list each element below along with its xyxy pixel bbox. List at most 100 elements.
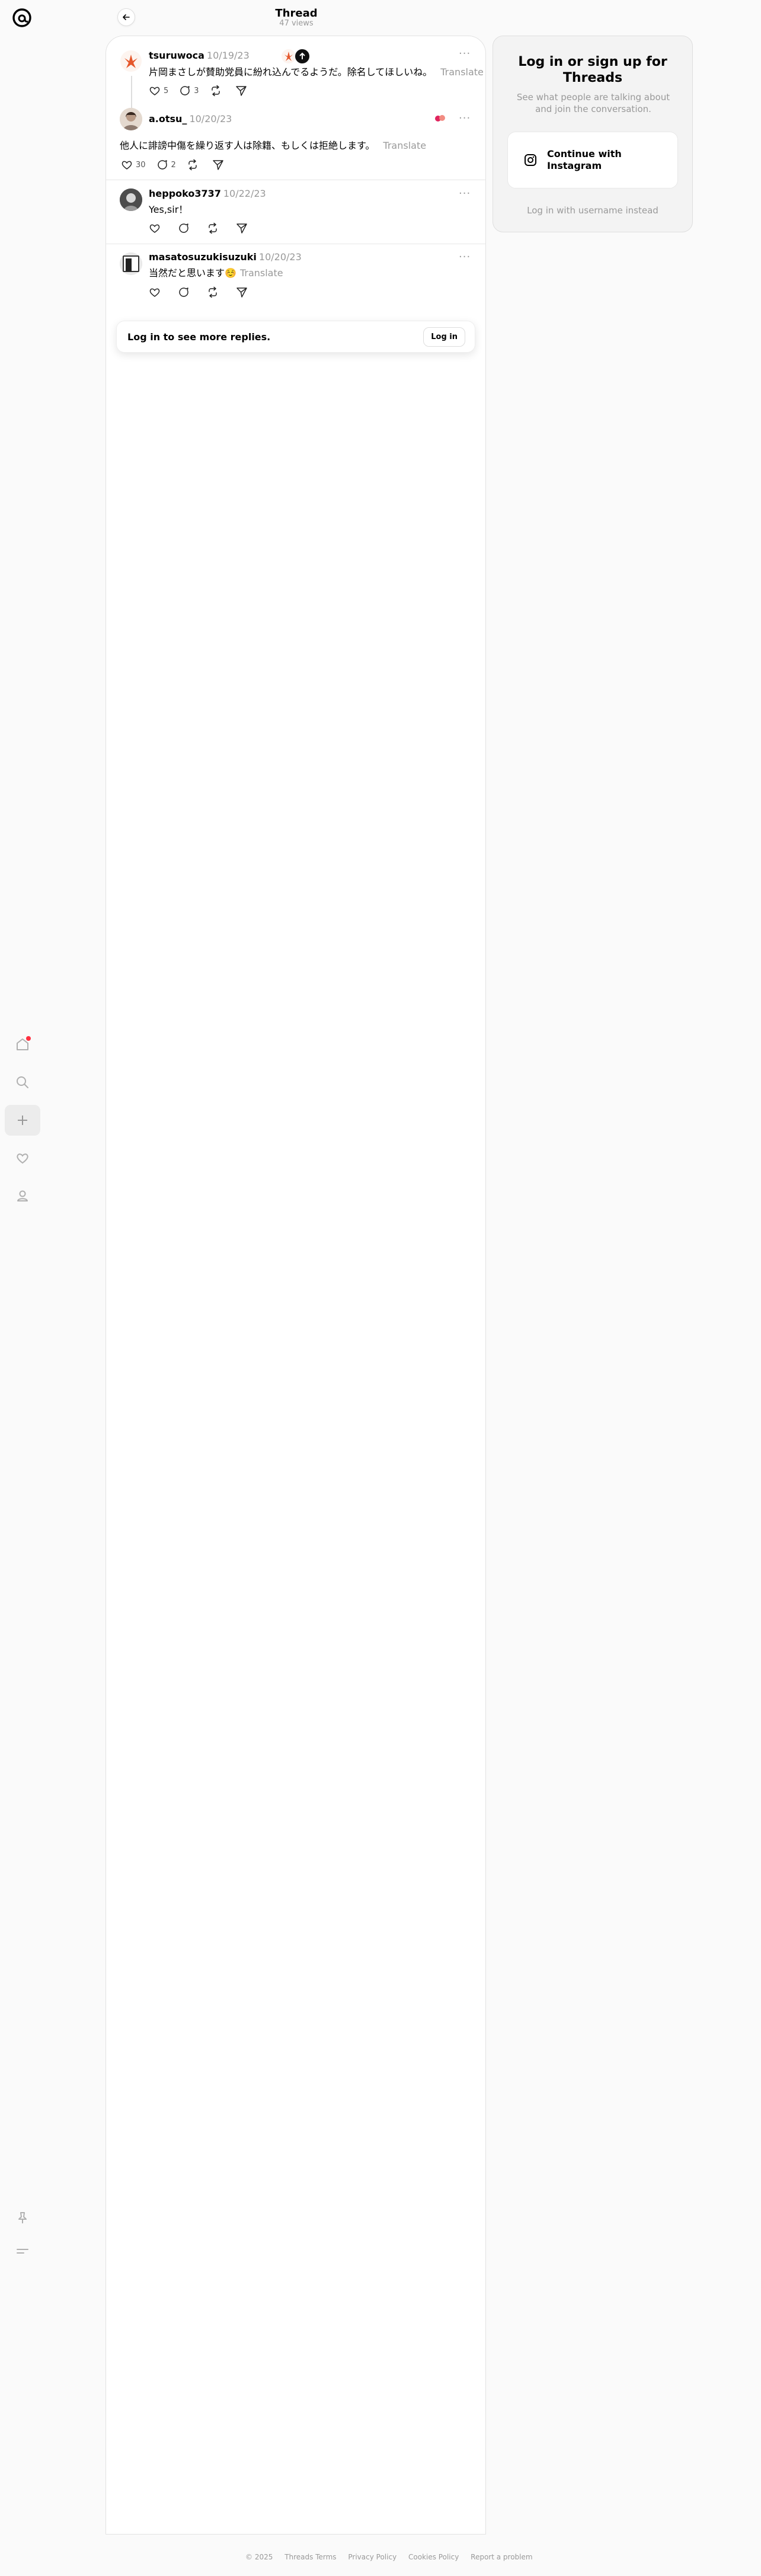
avatar[interactable]: [120, 253, 142, 275]
avatar[interactable]: [120, 108, 142, 130]
post-text: Yes,sir！: [149, 204, 188, 215]
notification-dot: [26, 1036, 31, 1041]
like-button[interactable]: 5: [149, 85, 168, 97]
comment-icon: [180, 86, 190, 95]
post-date[interactable]: 10/20/23: [189, 113, 232, 124]
send-icon: [236, 287, 247, 298]
post-date[interactable]: 10/19/23: [207, 50, 250, 61]
create-icon[interactable]: [5, 1105, 40, 1136]
send-icon: [213, 160, 223, 170]
like-button[interactable]: 30: [121, 159, 146, 171]
login-button[interactable]: Log in: [423, 327, 465, 347]
post-text: 片岡まさしが賛助党員に紛れ込んでるようだ。除名してほしいね。 Translate: [149, 66, 484, 78]
share-button[interactable]: [212, 159, 227, 171]
footer-link-cookies[interactable]: Cookies Policy: [408, 2553, 459, 2561]
login-prompt-text: Log in to see more replies.: [127, 331, 271, 343]
activity-heart-icon[interactable]: [5, 1143, 40, 1174]
page-title: Thread: [275, 7, 318, 20]
post-text: 他人に誹謗中傷を繰り返す人は除籍、もしくは拒絶します。 Translate: [120, 140, 427, 151]
share-button[interactable]: [236, 222, 251, 234]
heart-icon: [121, 161, 132, 170]
send-icon: [235, 86, 247, 96]
home-icon[interactable]: [5, 1029, 40, 1060]
post-text: 当然だと思います☺️ Translate: [149, 267, 283, 279]
comment-icon: [179, 223, 188, 233]
avatar[interactable]: [120, 50, 142, 72]
more-options-icon[interactable]: ···: [459, 47, 471, 60]
like-count: 30: [136, 160, 146, 170]
share-button[interactable]: [235, 85, 250, 97]
heart-icon: [149, 224, 160, 233]
share-button[interactable]: [236, 286, 251, 298]
footer-link-report[interactable]: Report a problem: [471, 2553, 532, 2561]
reply-button[interactable]: 2: [156, 159, 176, 171]
thread-column: [105, 36, 486, 2535]
footer-link-terms[interactable]: Threads Terms: [284, 2553, 336, 2561]
post-date[interactable]: 10/22/23: [223, 188, 266, 199]
thread-connector: [131, 76, 132, 108]
reply-button[interactable]: [178, 222, 193, 234]
footer: © 2025 Threads Terms Privacy Policy Cook…: [245, 2553, 542, 2561]
username[interactable]: masatosuzukisuzuki: [149, 251, 257, 263]
search-icon[interactable]: [5, 1067, 40, 1098]
translate-link[interactable]: Translate: [440, 66, 484, 78]
comment-icon: [179, 287, 188, 297]
arrow-left-icon: [123, 14, 130, 20]
more-options-icon[interactable]: ···: [459, 112, 471, 124]
like-count: 5: [164, 86, 169, 95]
more-options-icon[interactable]: ···: [459, 187, 471, 200]
login-prompt: Log in to see more replies. Log in: [116, 321, 475, 353]
post-date[interactable]: 10/20/23: [259, 251, 302, 263]
repost-button[interactable]: [210, 85, 225, 97]
like-button[interactable]: [149, 222, 164, 234]
back-button[interactable]: [117, 8, 135, 26]
repost-icon: [211, 85, 220, 97]
copyright: © 2025: [245, 2553, 273, 2561]
login-panel: Log in or sign up for Threads See what p…: [493, 36, 693, 232]
footer-link-privacy[interactable]: Privacy Policy: [348, 2553, 397, 2561]
login-with-username-link[interactable]: Log in with username instead: [493, 205, 692, 216]
post-actions: [149, 222, 261, 234]
reply-count: 2: [171, 160, 176, 170]
repost-icon: [209, 222, 217, 234]
username[interactable]: a.otsu_: [149, 113, 187, 124]
reply-button[interactable]: [178, 286, 193, 298]
post-actions: [149, 286, 261, 298]
avatar[interactable]: [120, 188, 142, 211]
comment-icon: [157, 160, 167, 170]
instagram-button-label: Continue with Instagram: [547, 148, 622, 171]
translate-link[interactable]: Translate: [240, 267, 283, 279]
post-header: tsuruwoca 10/19/23: [149, 50, 250, 61]
menu-icon[interactable]: [5, 2236, 40, 2267]
post-header: masatosuzukisuzuki 10/20/23: [149, 251, 302, 263]
heart-icon: [149, 288, 160, 297]
post-header: heppoko3737 10/22/23: [149, 188, 266, 199]
like-button[interactable]: [149, 286, 164, 298]
reaction-badge-icon: [433, 113, 447, 124]
repost-button[interactable]: [207, 222, 222, 234]
login-panel-subtitle: See what people are talking about and jo…: [516, 92, 670, 114]
translate-link[interactable]: Translate: [383, 140, 426, 151]
login-panel-title: Log in or sign up for Threads: [518, 55, 667, 85]
username[interactable]: tsuruwoca: [149, 50, 204, 61]
continue-with-instagram-button[interactable]: Continue with Instagram: [507, 132, 678, 188]
send-icon: [236, 223, 247, 234]
threads-logo-icon[interactable]: [11, 7, 33, 28]
reply-count: 3: [194, 86, 199, 95]
instagram-icon: [525, 154, 536, 166]
pin-icon[interactable]: [5, 2203, 40, 2233]
post-actions: 30 2: [121, 159, 238, 171]
profile-icon[interactable]: [5, 1181, 40, 1212]
repost-button[interactable]: [207, 286, 222, 298]
repost-icon: [188, 159, 197, 171]
more-options-icon[interactable]: ···: [459, 251, 471, 263]
heart-icon: [149, 87, 160, 95]
reply-button[interactable]: 3: [179, 85, 199, 97]
repost-button[interactable]: [187, 159, 202, 171]
view-count: 47 views: [279, 19, 314, 28]
follow-plus-icon[interactable]: [295, 49, 310, 64]
repost-icon: [209, 286, 217, 298]
username[interactable]: heppoko3737: [149, 188, 221, 199]
post-actions: 5 3: [149, 85, 261, 97]
post-header: a.otsu_ 10/20/23: [149, 113, 232, 124]
